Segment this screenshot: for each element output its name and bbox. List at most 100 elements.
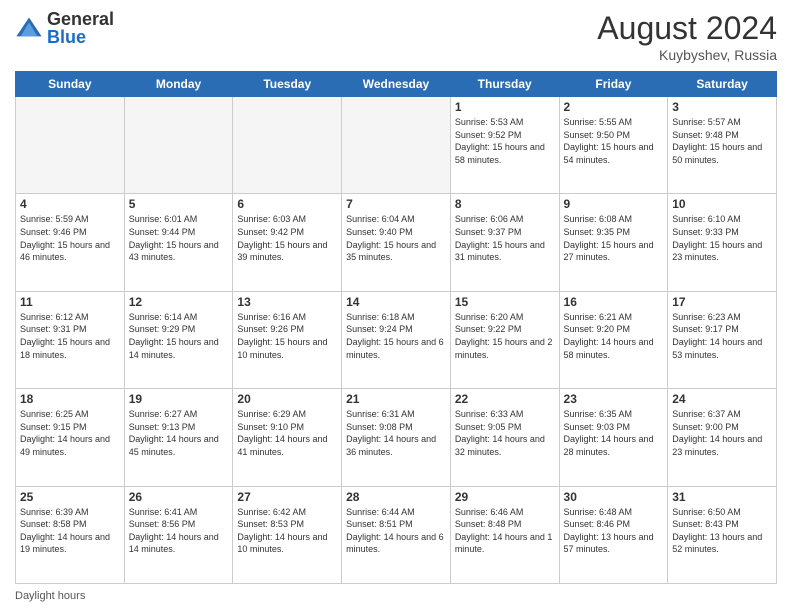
day-detail: Sunrise: 6:12 AM Sunset: 9:31 PM Dayligh… bbox=[20, 311, 120, 361]
calendar-week-4: 18Sunrise: 6:25 AM Sunset: 9:15 PM Dayli… bbox=[16, 389, 777, 486]
calendar-cell: 11 Sunrise: 6:12 AM Sunset: 9:31 PM Dayli… bbox=[16, 291, 125, 388]
calendar-cell: 13Sunrise: 6:16 AM Sunset: 9:26 PM Dayli… bbox=[233, 291, 342, 388]
day-detail: Sunrise: 6:39 AM Sunset: 8:58 PM Dayligh… bbox=[20, 506, 120, 556]
calendar-cell bbox=[16, 97, 125, 194]
calendar-cell: 23 Sunrise: 6:35 AM Sunset: 9:03 PM Dayli… bbox=[559, 389, 668, 486]
day-number: 10 bbox=[672, 197, 772, 211]
calendar-cell: 3 Sunrise: 5:57 AM Sunset: 9:48 PM Daylig… bbox=[668, 97, 777, 194]
day-number: 7 bbox=[346, 197, 446, 211]
day-detail: Sunrise: 6:35 AM Sunset: 9:03 PM Dayligh… bbox=[564, 408, 664, 458]
day-detail: Sunrise: 6:27 AM Sunset: 9:13 PM Dayligh… bbox=[129, 408, 229, 458]
day-detail: Sunrise: 6:06 AM Sunset: 9:37 PM Dayligh… bbox=[455, 213, 555, 263]
calendar-cell: 12Sunrise: 6:14 AM Sunset: 9:29 PM Dayli… bbox=[124, 291, 233, 388]
calendar-cell bbox=[233, 97, 342, 194]
location-subtitle: Kuybyshev, Russia bbox=[597, 47, 777, 63]
calendar-week-3: 11 Sunrise: 6:12 AM Sunset: 9:31 PM Dayli… bbox=[16, 291, 777, 388]
day-number: 4 bbox=[20, 197, 120, 211]
calendar-cell: 18Sunrise: 6:25 AM Sunset: 9:15 PM Dayli… bbox=[16, 389, 125, 486]
day-detail: Sunrise: 6:33 AM Sunset: 9:05 PM Dayligh… bbox=[455, 408, 555, 458]
weekday-header-sunday: Sunday bbox=[16, 72, 125, 97]
day-number: 20 bbox=[237, 392, 337, 406]
calendar-header: SundayMondayTuesdayWednesdayThursdayFrid… bbox=[16, 72, 777, 97]
day-detail: Sunrise: 6:18 AM Sunset: 9:24 PM Dayligh… bbox=[346, 311, 446, 361]
day-number: 13 bbox=[237, 295, 337, 309]
weekday-header-thursday: Thursday bbox=[450, 72, 559, 97]
day-number: 27 bbox=[237, 490, 337, 504]
calendar-cell: 28 Sunrise: 6:44 AM Sunset: 8:51 PM Dayli… bbox=[342, 486, 451, 583]
calendar-table: SundayMondayTuesdayWednesdayThursdayFrid… bbox=[15, 71, 777, 584]
day-number: 19 bbox=[129, 392, 229, 406]
day-number: 23 bbox=[564, 392, 664, 406]
calendar-week-5: 25 Sunrise: 6:39 AM Sunset: 8:58 PM Dayli… bbox=[16, 486, 777, 583]
calendar-cell: 7 Sunrise: 6:04 AM Sunset: 9:40 PM Daylig… bbox=[342, 194, 451, 291]
day-number: 25 bbox=[20, 490, 120, 504]
day-detail: Sunrise: 5:53 AM Sunset: 9:52 PM Dayligh… bbox=[455, 116, 555, 166]
day-number: 29 bbox=[455, 490, 555, 504]
logo: General Blue bbox=[15, 10, 114, 46]
calendar-cell: 17 Sunrise: 6:23 AM Sunset: 9:17 PM Dayli… bbox=[668, 291, 777, 388]
day-detail: Sunrise: 6:21 AM Sunset: 9:20 PM Dayligh… bbox=[564, 311, 664, 361]
calendar-cell: 26Sunrise: 6:41 AM Sunset: 8:56 PM Dayli… bbox=[124, 486, 233, 583]
day-number: 17 bbox=[672, 295, 772, 309]
calendar-cell: 6Sunrise: 6:03 AM Sunset: 9:42 PM Daylig… bbox=[233, 194, 342, 291]
weekday-header-wednesday: Wednesday bbox=[342, 72, 451, 97]
calendar-cell: 21Sunrise: 6:31 AM Sunset: 9:08 PM Dayli… bbox=[342, 389, 451, 486]
day-number: 15 bbox=[455, 295, 555, 309]
day-detail: Sunrise: 6:41 AM Sunset: 8:56 PM Dayligh… bbox=[129, 506, 229, 556]
day-number: 2 bbox=[564, 100, 664, 114]
day-detail: Sunrise: 6:23 AM Sunset: 9:17 PM Dayligh… bbox=[672, 311, 772, 361]
weekday-header-friday: Friday bbox=[559, 72, 668, 97]
day-number: 28 bbox=[346, 490, 446, 504]
calendar-cell: 1 Sunrise: 5:53 AM Sunset: 9:52 PM Daylig… bbox=[450, 97, 559, 194]
day-number: 1 bbox=[455, 100, 555, 114]
page: General Blue August 2024 Kuybyshev, Russ… bbox=[0, 0, 792, 612]
day-detail: Sunrise: 6:04 AM Sunset: 9:40 PM Dayligh… bbox=[346, 213, 446, 263]
weekday-header-monday: Monday bbox=[124, 72, 233, 97]
day-detail: Sunrise: 6:48 AM Sunset: 8:46 PM Dayligh… bbox=[564, 506, 664, 556]
daylight-hours-label: Daylight hours bbox=[15, 590, 85, 602]
day-number: 8 bbox=[455, 197, 555, 211]
weekday-header-row: SundayMondayTuesdayWednesdayThursdayFrid… bbox=[16, 72, 777, 97]
calendar-cell: 30 Sunrise: 6:48 AM Sunset: 8:46 PM Dayli… bbox=[559, 486, 668, 583]
day-number: 3 bbox=[672, 100, 772, 114]
calendar-cell: 16 Sunrise: 6:21 AM Sunset: 9:20 PM Dayli… bbox=[559, 291, 668, 388]
title-block: August 2024 Kuybyshev, Russia bbox=[597, 10, 777, 63]
day-number: 9 bbox=[564, 197, 664, 211]
calendar-cell: 25 Sunrise: 6:39 AM Sunset: 8:58 PM Dayli… bbox=[16, 486, 125, 583]
day-number: 22 bbox=[455, 392, 555, 406]
month-year-title: August 2024 bbox=[597, 10, 777, 47]
day-detail: Sunrise: 6:01 AM Sunset: 9:44 PM Dayligh… bbox=[129, 213, 229, 263]
day-number: 11 bbox=[20, 295, 120, 309]
day-detail: Sunrise: 5:59 AM Sunset: 9:46 PM Dayligh… bbox=[20, 213, 120, 263]
footer: Daylight hours bbox=[15, 590, 777, 602]
weekday-header-saturday: Saturday bbox=[668, 72, 777, 97]
calendar-cell: 24Sunrise: 6:37 AM Sunset: 9:00 PM Dayli… bbox=[668, 389, 777, 486]
day-number: 30 bbox=[564, 490, 664, 504]
header: General Blue August 2024 Kuybyshev, Russ… bbox=[15, 10, 777, 63]
day-number: 6 bbox=[237, 197, 337, 211]
calendar-cell bbox=[124, 97, 233, 194]
calendar-body: 1 Sunrise: 5:53 AM Sunset: 9:52 PM Daylig… bbox=[16, 97, 777, 584]
day-detail: Sunrise: 5:57 AM Sunset: 9:48 PM Dayligh… bbox=[672, 116, 772, 166]
day-number: 14 bbox=[346, 295, 446, 309]
logo-text: General Blue bbox=[47, 10, 114, 46]
day-detail: Sunrise: 5:55 AM Sunset: 9:50 PM Dayligh… bbox=[564, 116, 664, 166]
day-detail: Sunrise: 6:14 AM Sunset: 9:29 PM Dayligh… bbox=[129, 311, 229, 361]
calendar-cell: 10 Sunrise: 6:10 AM Sunset: 9:33 PM Dayli… bbox=[668, 194, 777, 291]
calendar-cell: 22 Sunrise: 6:33 AM Sunset: 9:05 PM Dayli… bbox=[450, 389, 559, 486]
calendar-week-2: 4 Sunrise: 5:59 AM Sunset: 9:46 PM Daylig… bbox=[16, 194, 777, 291]
day-number: 24 bbox=[672, 392, 772, 406]
weekday-header-tuesday: Tuesday bbox=[233, 72, 342, 97]
day-number: 18 bbox=[20, 392, 120, 406]
calendar-cell: 8 Sunrise: 6:06 AM Sunset: 9:37 PM Daylig… bbox=[450, 194, 559, 291]
calendar-cell: 14 Sunrise: 6:18 AM Sunset: 9:24 PM Dayli… bbox=[342, 291, 451, 388]
calendar-cell: 29Sunrise: 6:46 AM Sunset: 8:48 PM Dayli… bbox=[450, 486, 559, 583]
day-detail: Sunrise: 6:10 AM Sunset: 9:33 PM Dayligh… bbox=[672, 213, 772, 263]
calendar-cell: 5Sunrise: 6:01 AM Sunset: 9:44 PM Daylig… bbox=[124, 194, 233, 291]
calendar-cell: 19 Sunrise: 6:27 AM Sunset: 9:13 PM Dayli… bbox=[124, 389, 233, 486]
calendar-cell bbox=[342, 97, 451, 194]
day-detail: Sunrise: 6:44 AM Sunset: 8:51 PM Dayligh… bbox=[346, 506, 446, 556]
day-detail: Sunrise: 6:20 AM Sunset: 9:22 PM Dayligh… bbox=[455, 311, 555, 361]
day-number: 16 bbox=[564, 295, 664, 309]
calendar-cell: 9Sunrise: 6:08 AM Sunset: 9:35 PM Daylig… bbox=[559, 194, 668, 291]
